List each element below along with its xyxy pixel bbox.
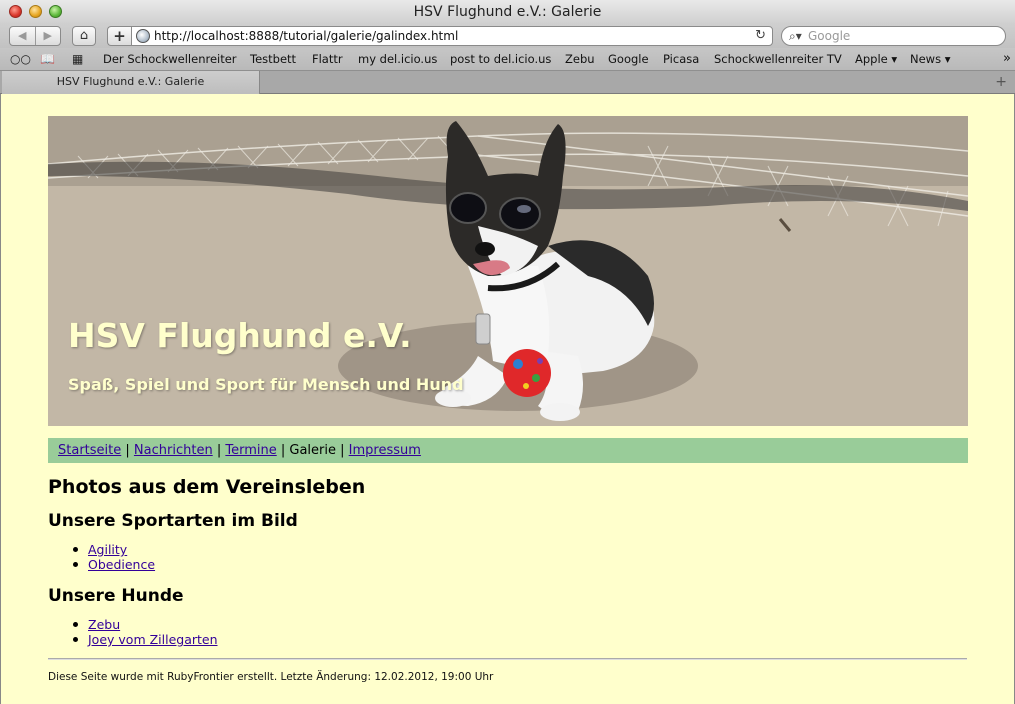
bookmark-menu-news[interactable]: News ▾ — [910, 48, 951, 70]
nav-link-termine[interactable]: Termine — [225, 443, 276, 458]
nav-link-impressum[interactable]: Impressum — [349, 443, 421, 458]
bookmark-item[interactable]: Picasa — [663, 48, 699, 70]
search-placeholder: Google — [808, 29, 851, 43]
forward-arrow-icon[interactable]: ▶ — [36, 27, 61, 45]
list-item: Joey vom Zillegarten — [73, 632, 218, 647]
zoom-window-button[interactable] — [49, 5, 62, 18]
site-title: HSV Flughund e.V. — [68, 316, 412, 355]
bookmark-item[interactable]: Google — [608, 48, 649, 70]
sportarten-list: Agility Obedience — [72, 542, 155, 572]
close-window-button[interactable] — [9, 5, 22, 18]
main-navigation: Startseite | Nachrichten | Termine | Gal… — [48, 438, 968, 463]
footer-text: Diese Seite wurde mit RubyFrontier erste… — [48, 671, 494, 683]
plus-icon: + — [113, 27, 126, 45]
nav-link-startseite[interactable]: Startseite — [58, 443, 121, 458]
footer-divider — [48, 658, 967, 660]
window-title: HSV Flughund e.V.: Galerie — [413, 4, 602, 20]
home-button[interactable]: ⌂ — [72, 26, 96, 46]
minimize-window-button[interactable] — [29, 5, 42, 18]
gallery-link-zebu[interactable]: Zebu — [88, 617, 120, 632]
bookmark-item[interactable]: post to del.icio.us — [450, 48, 551, 70]
more-bookmarks-icon[interactable]: » — [1003, 48, 1011, 70]
bookmark-item[interactable]: my del.icio.us — [358, 48, 437, 70]
section-heading-hunde: Unsere Hunde — [48, 586, 184, 606]
bookmark-menu-apple[interactable]: Apple ▾ — [855, 48, 897, 70]
bookmark-item[interactable]: Testbett — [250, 48, 296, 70]
browser-toolbar: ◀ ▶ ⌂ + http://localhost:8888/tutorial/g… — [0, 24, 1015, 48]
top-sites-grid-icon[interactable]: ▦ — [72, 48, 83, 70]
nav-link-nachrichten[interactable]: Nachrichten — [134, 443, 213, 458]
address-bar[interactable]: http://localhost:8888/tutorial/galerie/g… — [131, 26, 773, 46]
gallery-link-joey[interactable]: Joey vom Zillegarten — [88, 632, 218, 647]
window-titlebar: HSV Flughund e.V.: Galerie — [0, 0, 1015, 24]
nav-separator: | — [216, 443, 222, 458]
reading-list-icon[interactable]: ○○ — [10, 48, 31, 70]
add-bookmark-button[interactable]: + — [107, 26, 131, 46]
bookmark-item[interactable]: Zebu — [565, 48, 595, 70]
tab-bar: HSV Flughund e.V.: Galerie + — [0, 70, 1015, 94]
bookmarks-book-icon[interactable]: 📖 — [40, 48, 55, 70]
tab-label: HSV Flughund e.V.: Galerie — [56, 75, 205, 88]
bookmarks-bar: ○○ 📖 ▦ Der Schockwellenreiter Testbett F… — [0, 48, 1015, 70]
new-tab-icon[interactable]: + — [995, 71, 1007, 93]
nav-separator: | — [280, 443, 286, 458]
web-page: HSV Flughund e.V. Spaß, Spiel und Sport … — [0, 94, 1015, 704]
bookmark-item[interactable]: Der Schockwellenreiter — [103, 48, 237, 70]
back-arrow-icon[interactable]: ◀ — [10, 27, 36, 45]
bookmark-item[interactable]: Schockwellenreiter TV — [714, 48, 842, 70]
list-item: Agility — [72, 542, 155, 557]
nav-separator: | — [340, 443, 345, 458]
reload-icon[interactable]: ↻ — [755, 27, 766, 45]
home-icon: ⌂ — [79, 28, 89, 43]
list-item: Zebu — [73, 617, 218, 632]
url-text: http://localhost:8888/tutorial/galerie/g… — [154, 29, 459, 43]
search-icon: ⌕▾ — [789, 29, 802, 43]
tab-active[interactable]: HSV Flughund e.V.: Galerie — [2, 71, 260, 94]
site-subtitle: Spaß, Spiel und Sport für Mensch und Hun… — [68, 375, 464, 394]
hunde-list: Zebu Joey vom Zillegarten — [73, 617, 218, 647]
header-banner-photo: HSV Flughund e.V. Spaß, Spiel und Sport … — [48, 116, 968, 426]
nav-current-galerie: Galerie — [289, 443, 336, 458]
nav-separator: | — [125, 443, 130, 458]
globe-icon — [136, 29, 150, 43]
page-heading: Photos aus dem Vereinsleben — [48, 476, 366, 498]
gallery-link-agility[interactable]: Agility — [88, 542, 127, 557]
back-forward-buttons: ◀ ▶ — [9, 26, 61, 46]
section-heading-sportarten: Unsere Sportarten im Bild — [48, 511, 298, 531]
gallery-link-obedience[interactable]: Obedience — [88, 557, 155, 572]
list-item: Obedience — [72, 557, 155, 572]
search-field[interactable]: ⌕▾ Google — [781, 26, 1006, 46]
bookmark-item[interactable]: Flattr — [312, 48, 343, 70]
